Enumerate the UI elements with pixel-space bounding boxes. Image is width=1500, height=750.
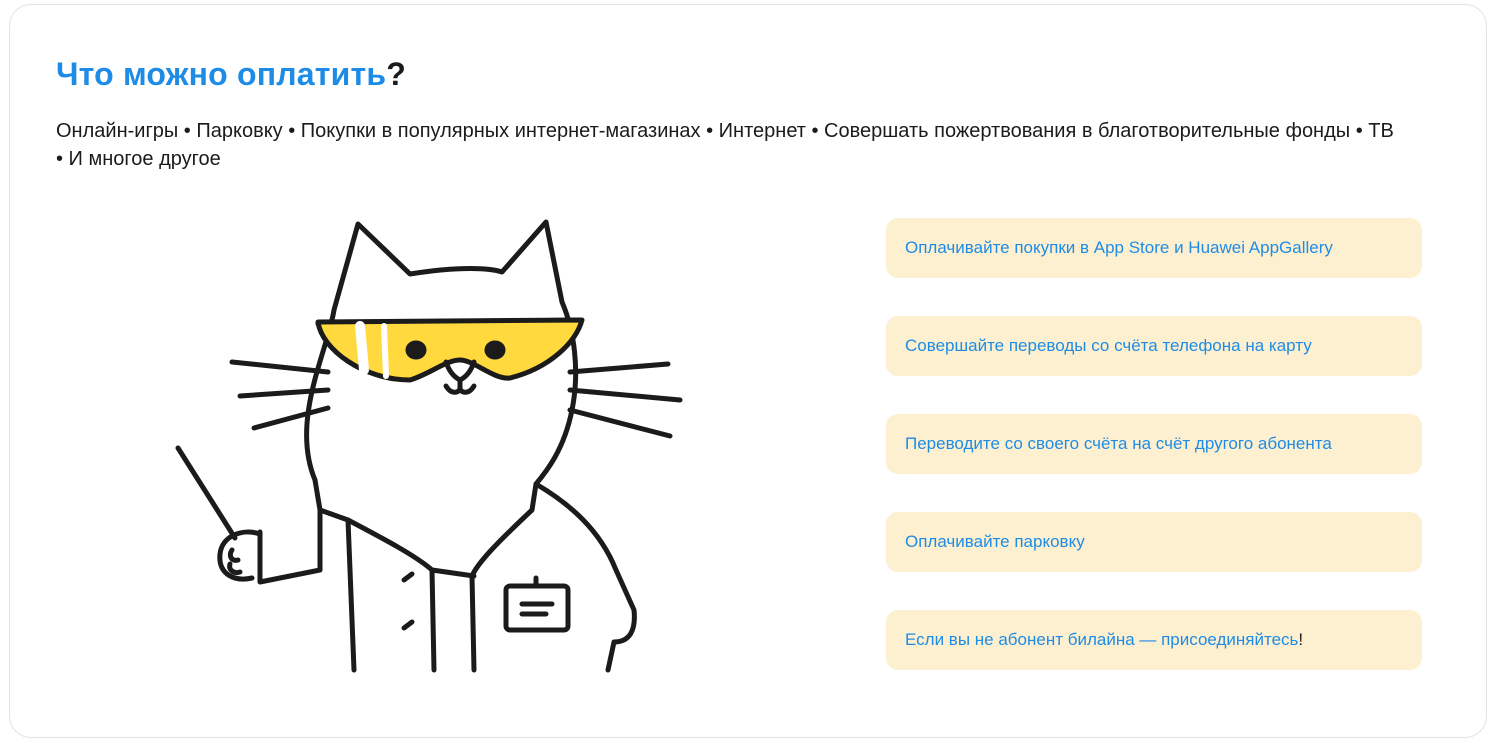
cat-illustration [160, 210, 700, 680]
services-links: Оплачивайте покупки в App Store и Huawei… [886, 218, 1422, 708]
link-label[interactable]: Если вы не абонент билайна — присоединяй… [905, 630, 1298, 650]
link-transfer-to-subscriber[interactable]: Переводите со своего счёта на счёт друго… [886, 414, 1422, 474]
cat-in-safety-goggles-icon [175, 219, 683, 673]
link-label[interactable]: Оплачивайте парковку [905, 532, 1085, 552]
link-transfer-to-card[interactable]: Совершайте переводы со счёта телефона на… [886, 316, 1422, 376]
title-link[interactable]: Что можно оплатить [56, 56, 386, 92]
title-question-mark: ? [386, 56, 407, 92]
link-pay-parking[interactable]: Оплачивайте парковку [886, 512, 1422, 572]
link-label[interactable]: Совершайте переводы со счёта телефона на… [905, 336, 1312, 356]
payable-services-list: Онлайн-игры • Парковку • Покупки в попул… [56, 120, 1394, 170]
link-app-store-payments[interactable]: Оплачивайте покупки в App Store и Huawei… [886, 218, 1422, 278]
link-label[interactable]: Переводите со своего счёта на счёт друго… [905, 434, 1332, 454]
page-title: Что можно оплатить? [56, 56, 406, 93]
link-tail: ! [1298, 630, 1304, 649]
link-label[interactable]: Оплачивайте покупки в App Store и Huawei… [905, 238, 1333, 258]
link-join-beeline[interactable]: Если вы не абонент билайна — присоединяй… [886, 610, 1422, 670]
